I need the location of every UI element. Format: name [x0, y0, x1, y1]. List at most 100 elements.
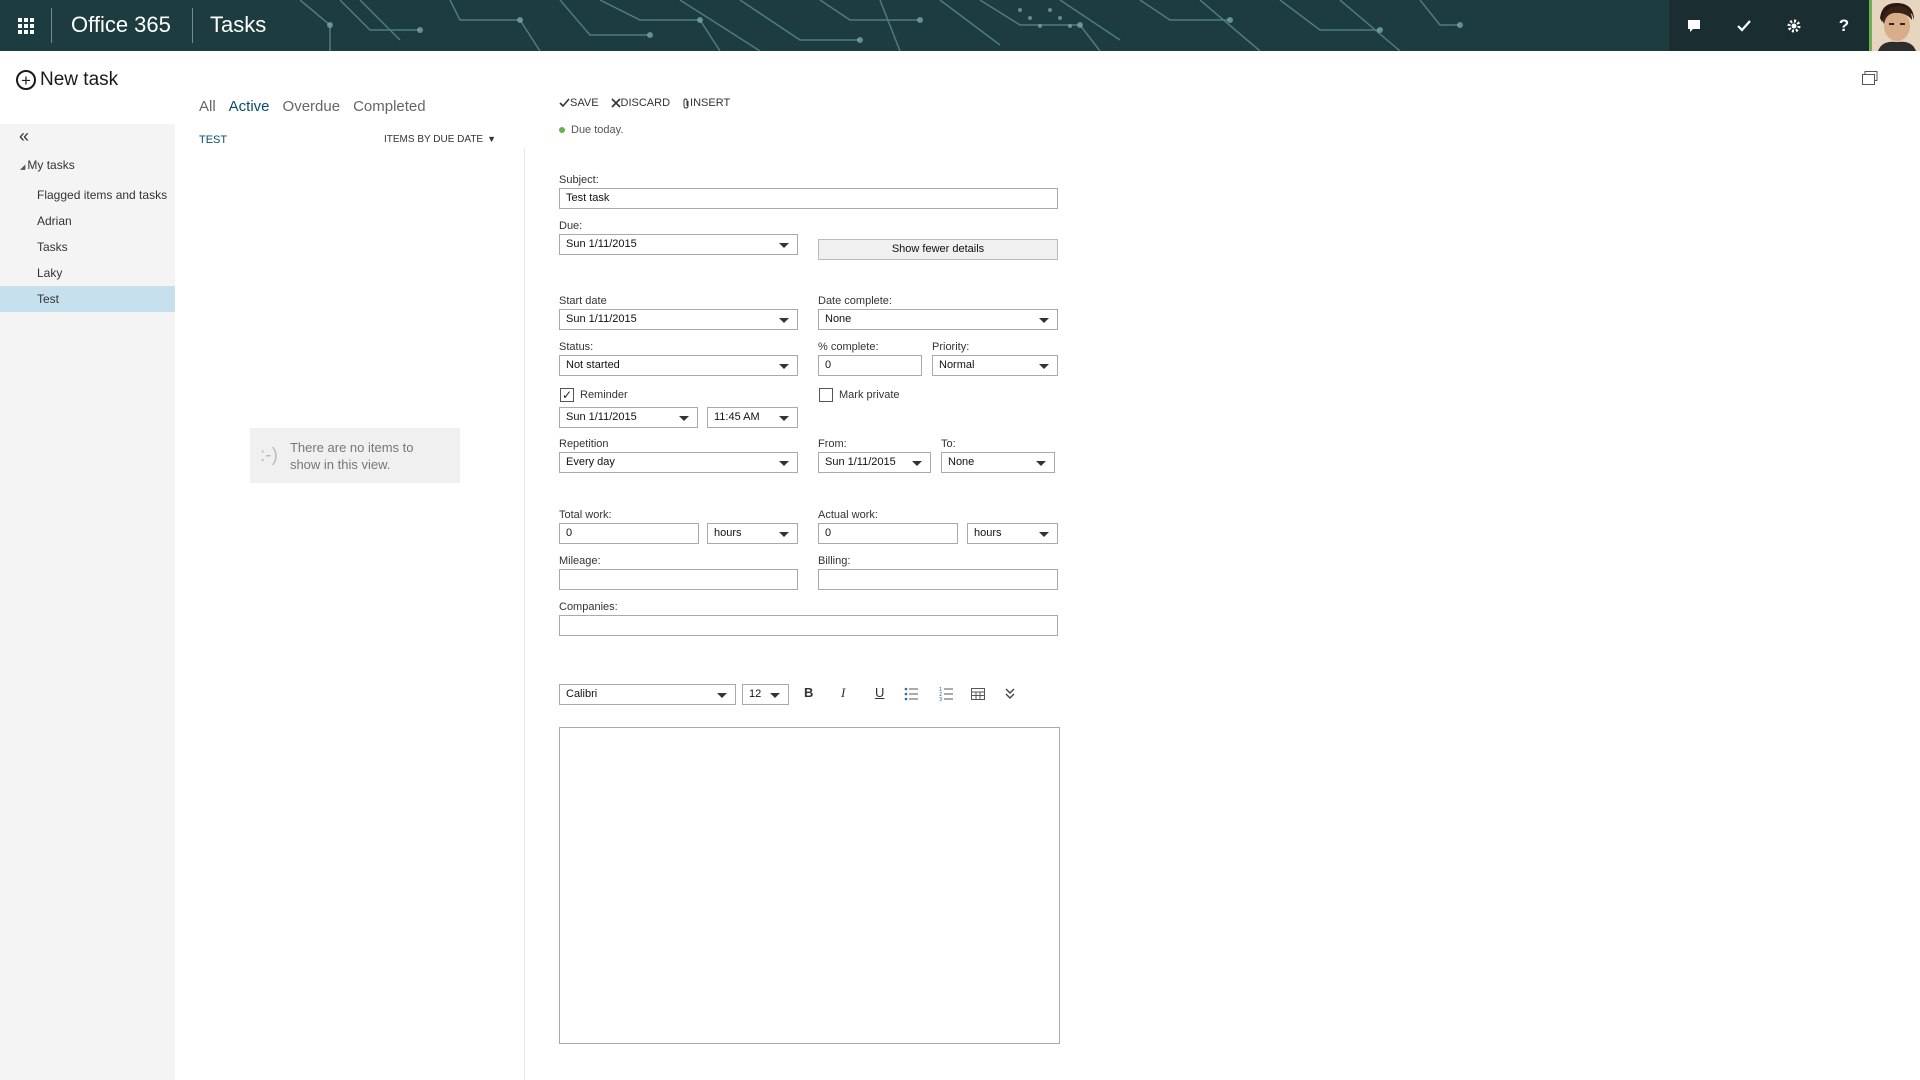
insert-label: INSERT [690, 97, 731, 109]
double-chevron-down-icon[interactable] [1005, 688, 1015, 700]
app-launcher-button[interactable] [0, 0, 51, 51]
numbered-list-icon[interactable]: 123 [939, 687, 953, 701]
notes-editor[interactable] [559, 727, 1060, 1044]
settings-button[interactable] [1769, 0, 1819, 51]
reminder-label: Reminder [580, 389, 628, 401]
editor-toolbar: SAVE DISCARD INSERT [559, 97, 730, 109]
filter-tabs: All Active Overdue Completed [199, 98, 426, 115]
filter-all[interactable]: All [199, 98, 216, 115]
list-title: TEST [199, 134, 228, 146]
status-label: Status: [559, 341, 594, 353]
module-title: Tasks [210, 12, 267, 37]
reminder-checkbox[interactable]: ✓ [560, 388, 574, 402]
help-icon: ? [1838, 15, 1850, 35]
save-button[interactable]: SAVE [559, 97, 599, 109]
my-tasks-group[interactable]: ◢ My tasks [20, 158, 75, 172]
popout-icon[interactable] [1862, 71, 1878, 85]
chat-icon [1688, 19, 1700, 32]
filter-overdue[interactable]: Overdue [283, 98, 341, 115]
gear-icon [1787, 19, 1801, 32]
svg-text:3: 3 [939, 697, 942, 701]
close-icon [610, 98, 621, 108]
smiley-icon: :-) [260, 444, 278, 466]
header-background-pattern [299, 0, 1463, 51]
top-bar: Office 365 Tasks ? [0, 0, 1920, 51]
discard-label: DISCARD [620, 97, 671, 109]
my-tasks-label: My tasks [27, 158, 75, 172]
start-date-label: Start date [559, 295, 607, 307]
total-work-input[interactable]: 0 [559, 523, 699, 544]
billing-label: Billing: [818, 555, 851, 567]
mileage-label: Mileage: [559, 555, 601, 567]
avatar[interactable] [1869, 0, 1920, 51]
discard-button[interactable]: DISCARD [610, 97, 671, 109]
empty-message: There are no items to show in this view. [289, 439, 414, 472]
due-status: Due today. [559, 124, 623, 136]
actual-work-input[interactable]: 0 [818, 523, 958, 544]
nav-item-tasks[interactable]: Tasks [0, 234, 175, 260]
app-title[interactable]: Office 365 [71, 12, 171, 38]
font-family-dropdown[interactable]: Calibri [559, 684, 736, 705]
chat-button[interactable] [1669, 0, 1719, 51]
checkmark-icon [1737, 19, 1751, 32]
mark-private-checkbox[interactable] [819, 388, 833, 402]
new-task-button[interactable]: + New task [16, 69, 118, 91]
companies-input[interactable] [559, 615, 1058, 636]
paperclip-icon [683, 97, 689, 109]
to-label: To: [941, 438, 956, 450]
nav-item-flagged[interactable]: Flagged items and tasks [0, 182, 175, 208]
total-work-label: Total work: [559, 509, 612, 521]
header-actions: ? [1669, 0, 1869, 51]
sort-dropdown[interactable]: ITEMS BY DUE DATE ▼ [384, 134, 496, 145]
percent-complete-input[interactable]: 0 [818, 355, 922, 376]
checkmark-icon [559, 98, 570, 108]
start-date-dropdown[interactable]: Sun 1/11/2015 [559, 309, 798, 330]
bold-button[interactable]: B [804, 685, 813, 700]
save-label: SAVE [570, 97, 599, 109]
mileage-input[interactable] [559, 569, 798, 590]
priority-label: Priority: [932, 341, 970, 353]
reminder-date-dropdown[interactable]: Sun 1/11/2015 [559, 407, 698, 428]
filter-active[interactable]: Active [229, 98, 270, 115]
plus-circle-icon: + [16, 70, 36, 90]
divider [51, 8, 52, 43]
from-label: From: [818, 438, 847, 450]
bullet-list-icon[interactable] [904, 687, 918, 701]
collapse-pane-button[interactable]: « [19, 126, 29, 147]
due-label: Due: [559, 220, 583, 232]
reminder-time-dropdown[interactable]: 11:45 AM [707, 407, 798, 428]
help-button[interactable]: ? [1819, 0, 1869, 51]
nav-item-test[interactable]: Test [0, 286, 175, 312]
companies-label: Companies: [559, 601, 618, 613]
repetition-dropdown[interactable]: Every day [559, 452, 798, 473]
table-icon[interactable] [971, 687, 985, 701]
tasks-button[interactable] [1719, 0, 1769, 51]
total-work-unit-dropdown[interactable]: hours [707, 523, 798, 544]
italic-button[interactable]: I [841, 685, 845, 701]
empty-state: :-) There are no items to show in this v… [250, 428, 460, 483]
due-date-dropdown[interactable]: Sun 1/11/2015 [559, 234, 798, 255]
status-dropdown[interactable]: Not started [559, 355, 798, 376]
insert-button[interactable]: INSERT [682, 97, 730, 109]
subject-input[interactable]: Test task [559, 188, 1058, 209]
percent-complete-label: % complete: [818, 341, 879, 353]
actual-work-unit-dropdown[interactable]: hours [967, 523, 1058, 544]
underline-button[interactable]: U [875, 685, 884, 700]
divider [192, 8, 193, 43]
priority-dropdown[interactable]: Normal [932, 355, 1058, 376]
billing-input[interactable] [818, 569, 1058, 590]
font-size-dropdown[interactable]: 12 [742, 684, 789, 705]
new-task-label: New task [40, 69, 119, 90]
from-date-dropdown[interactable]: Sun 1/11/2015 [818, 452, 931, 473]
actual-work-label: Actual work: [818, 509, 878, 521]
user-photo [1872, 0, 1920, 51]
to-dropdown[interactable]: None [941, 452, 1055, 473]
show-fewer-details-button[interactable]: Show fewer details [818, 239, 1058, 260]
waffle-icon [17, 17, 34, 34]
nav-item-adrian[interactable]: Adrian [0, 208, 175, 234]
due-status-text: Due today. [571, 124, 624, 136]
filter-completed[interactable]: Completed [353, 98, 426, 115]
date-complete-label: Date complete: [818, 295, 892, 307]
nav-item-laky[interactable]: Laky [0, 260, 175, 286]
date-complete-dropdown[interactable]: None [818, 309, 1058, 330]
